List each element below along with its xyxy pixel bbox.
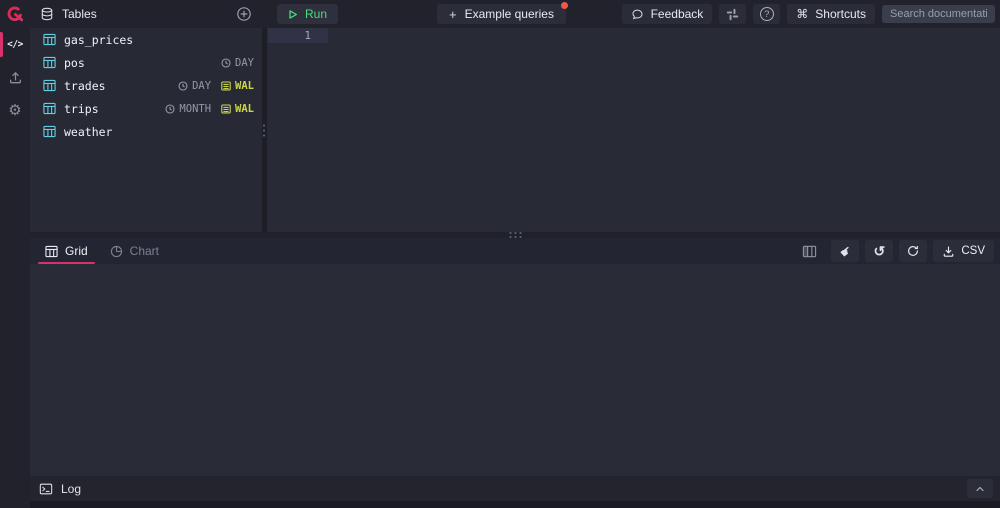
plus-icon: + — [449, 7, 457, 22]
example-queries-button[interactable]: + Example queries — [437, 4, 566, 24]
table-name: trips — [64, 102, 99, 116]
partition-badge: DAY — [221, 57, 254, 69]
drag-dots — [262, 123, 267, 137]
tab-grid[interactable]: Grid — [34, 238, 99, 264]
speech-bubble-icon — [631, 8, 644, 21]
query-history-button[interactable]: ↺ — [865, 240, 893, 262]
database-icon — [40, 7, 54, 21]
grid-icon — [45, 245, 58, 258]
table-row[interactable]: pos DAY — [30, 51, 262, 74]
active-panel-indicator — [0, 32, 3, 57]
add-table-button[interactable] — [233, 3, 255, 25]
feedback-button[interactable]: Feedback — [622, 4, 713, 24]
code-icon: </> — [7, 39, 23, 50]
wal-badge: WAL — [221, 103, 254, 115]
table-badges: DAY WAL — [178, 80, 254, 92]
history-icon: ↺ — [873, 244, 885, 258]
download-csv-button[interactable]: CSV — [933, 240, 994, 262]
help-button[interactable]: ? — [753, 4, 780, 24]
table-row[interactable]: weather — [30, 120, 262, 143]
help-icon: ? — [760, 7, 774, 21]
table-icon — [43, 33, 56, 46]
partition-badge: DAY — [178, 80, 211, 92]
shortcuts-button[interactable]: ⌘ Shortcuts — [787, 4, 875, 24]
clock-icon — [178, 81, 188, 91]
wal-rows-icon — [221, 81, 231, 91]
line-number: 1 — [304, 29, 311, 42]
example-queries-label: Example queries — [465, 7, 554, 21]
panel-resize-handle-vertical[interactable] — [262, 28, 267, 232]
settings-nav-icon[interactable]: ⚙ — [0, 94, 30, 127]
clock-icon — [221, 58, 231, 68]
import-nav-icon[interactable] — [0, 61, 30, 94]
table-name: trades — [64, 79, 106, 93]
top-bar: Tables Run + Example queries Fee — [30, 0, 1000, 28]
slack-icon — [726, 8, 739, 21]
log-expand-button[interactable] — [967, 479, 993, 498]
inspect-cell-button[interactable]: ☛ — [831, 240, 859, 262]
tables-list: gas_prices pos — [30, 28, 262, 232]
table-icon — [43, 56, 56, 69]
table-name: weather — [64, 125, 112, 139]
tab-grid-label: Grid — [65, 244, 88, 258]
table-badges: DAY — [221, 57, 254, 69]
gear-icon: ⚙ — [8, 103, 21, 118]
table-name: gas_prices — [64, 33, 133, 47]
result-grid[interactable] — [30, 264, 1000, 476]
code-editor-nav-icon[interactable]: </> — [0, 28, 30, 61]
editor-current-line-gutter: 1 — [268, 28, 328, 43]
upload-icon — [8, 70, 23, 85]
table-icon — [43, 125, 56, 138]
tables-panel-title: Tables — [62, 7, 97, 21]
freeze-columns-icon — [802, 244, 817, 259]
table-row[interactable]: trips MONTH WAL — [30, 97, 262, 120]
refresh-icon — [906, 244, 920, 258]
table-badges: MONTH WAL — [165, 103, 254, 115]
csv-label: CSV — [961, 245, 985, 257]
bottom-strip — [30, 501, 1000, 508]
slack-button[interactable] — [719, 4, 746, 24]
terminal-icon — [39, 482, 53, 496]
play-icon — [288, 9, 298, 20]
result-panel-toolbar: Grid Chart ☛ ↺ — [30, 238, 1000, 264]
table-row[interactable]: gas_prices — [30, 28, 262, 51]
topbar-right-actions: Feedback ? ⌘ Shortcuts — [622, 4, 995, 24]
sql-editor[interactable]: 1 — [267, 28, 1000, 232]
log-bar: Log — [30, 476, 1000, 501]
run-button-label: Run — [305, 7, 327, 21]
wal-rows-icon — [221, 104, 231, 114]
notification-dot — [561, 2, 568, 9]
partition-badge: MONTH — [165, 103, 211, 115]
hand-pointer-icon: ☛ — [837, 242, 854, 259]
search-documentation-input[interactable] — [882, 5, 995, 23]
tab-chart[interactable]: Chart — [99, 238, 170, 264]
log-label: Log — [61, 482, 81, 496]
add-circle-icon — [236, 6, 252, 22]
download-icon — [942, 245, 955, 258]
questdb-logo-icon — [5, 4, 25, 24]
shortcuts-label: Shortcuts — [815, 7, 866, 21]
table-icon — [43, 102, 56, 115]
questdb-console: </> ⚙ Tables — [0, 0, 1000, 508]
left-rail: </> ⚙ — [0, 0, 30, 508]
table-row[interactable]: trades DAY WAL — [30, 74, 262, 97]
clock-icon — [165, 104, 175, 114]
freeze-columns-button[interactable] — [802, 244, 817, 259]
result-panel-actions: ☛ ↺ CSV — [802, 240, 1000, 262]
tab-chart-label: Chart — [130, 244, 159, 258]
feedback-label: Feedback — [651, 7, 704, 21]
table-name: pos — [64, 56, 85, 70]
help-glyph: ? — [764, 9, 769, 20]
table-icon — [43, 79, 56, 92]
tables-panel-header: Tables — [30, 0, 262, 28]
command-icon: ⌘ — [796, 7, 808, 21]
run-query-button[interactable]: Run — [277, 4, 338, 24]
chevron-up-icon — [974, 483, 986, 495]
questdb-logo — [0, 0, 30, 28]
refresh-button[interactable] — [899, 240, 927, 262]
pie-chart-icon — [110, 245, 123, 258]
wal-badge: WAL — [221, 80, 254, 92]
